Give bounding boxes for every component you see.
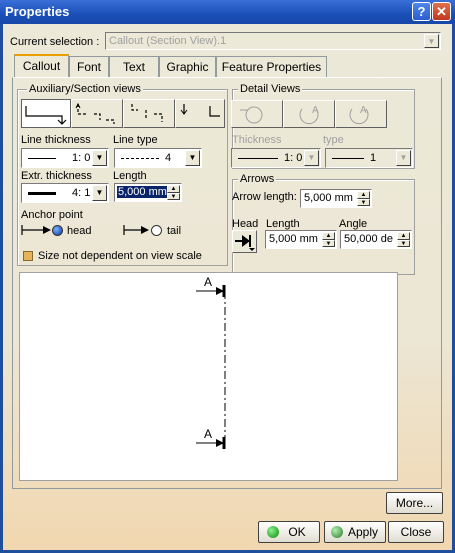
line-type-label: Line type [113, 134, 158, 146]
arrow-angle-label: Angle [339, 218, 368, 230]
detail-thickness-value: 1: 0 [284, 152, 303, 164]
close-button[interactable]: Close [388, 521, 444, 543]
arrow-head-button[interactable] [232, 230, 257, 253]
thick-line-swatch [28, 192, 56, 195]
head-length-value: 5,000 mm [269, 233, 318, 245]
dash-line-swatch [121, 158, 159, 159]
callout-style-3-icon [131, 104, 163, 122]
solid-line-swatch [332, 158, 364, 159]
tail-radio[interactable] [151, 225, 162, 236]
preview-top-letter: A [204, 275, 212, 289]
detail-letter: A [360, 105, 367, 116]
current-selection-combo[interactable]: Callout (Section View).1 ▼ [105, 32, 441, 50]
extr-thickness-label: Extr. thickness [21, 170, 92, 182]
spin-arrows-icon: ▲ ▼ [322, 232, 335, 247]
detail-views-legend: Detail Views [238, 83, 303, 95]
tab-feature-properties[interactable]: Feature Properties [216, 56, 327, 77]
line-thickness-label: Line thickness [21, 134, 91, 146]
extr-thickness-combo[interactable]: 4: 1 ▼ [21, 183, 109, 203]
arrows-legend: Arrows [238, 173, 277, 185]
tab-font[interactable]: Font [69, 56, 109, 77]
spin-arrows-icon: ▲ ▼ [357, 191, 370, 206]
arrow-head-icon [235, 235, 255, 251]
scale-checkbox-label: Size not dependent on view scale [38, 250, 202, 262]
arrow-head-label: Head [232, 218, 259, 230]
arrow-length-label: Arrow length: [232, 191, 297, 203]
head-radio[interactable] [52, 225, 63, 236]
arrow-length-spinbox[interactable]: 5,000 mm ▲ ▼ [300, 189, 372, 208]
line-type-combo[interactable]: 4 ▼ [114, 148, 202, 168]
chevron-down-icon: ▼ [92, 185, 107, 201]
callout-style-2-icon [75, 102, 115, 124]
preview-bottom-letter: A [204, 427, 212, 441]
aux-length-spinbox[interactable]: 5,000 mm ▲ ▼ [114, 183, 182, 202]
spin-arrows-icon: ▲ ▼ [397, 232, 410, 247]
detail-type-label: type [323, 134, 344, 146]
chevron-down-icon: ▼ [185, 150, 200, 166]
aux-length-value: 5,000 mm [117, 186, 168, 198]
tab-callout[interactable]: Callout [14, 54, 69, 78]
detail-thickness-combo[interactable]: 1: 0 ▼ [231, 148, 321, 168]
ok-icon [267, 526, 279, 538]
chevron-down-icon: ▼ [396, 150, 411, 166]
line-thickness-value: 1: 0 [72, 152, 91, 164]
title-bar: Properties ? ✕ [0, 0, 455, 24]
close-window-button[interactable]: ✕ [432, 2, 451, 21]
thin-line-swatch [238, 158, 278, 159]
callout-style-3-button[interactable] [123, 99, 175, 128]
window-title: Properties [5, 4, 70, 19]
callout-preview: A A [19, 272, 398, 481]
detail-thickness-label: Thickness [232, 134, 282, 146]
apply-icon [331, 526, 343, 538]
head-angle-spinbox[interactable]: 50,000 de ▲ ▼ [340, 230, 412, 249]
arrow-length-2-label: Length [266, 218, 300, 230]
apply-label: Apply [347, 525, 379, 539]
dialog-body: Current selection : Callout (Section Vie… [3, 24, 452, 550]
callout-preview-drawing: A A [196, 275, 226, 449]
detail-style-2-button[interactable]: A [283, 100, 335, 128]
detail-style-1-button[interactable] [231, 100, 283, 128]
aux-section-legend: Auxiliary/Section views [27, 83, 143, 95]
aux-length-label: Length [113, 170, 147, 182]
detail-style-1-icon [240, 106, 263, 124]
spin-arrows-icon: ▲ ▼ [167, 185, 180, 200]
callout-style-2-button[interactable] [71, 99, 123, 128]
head-anchor-icon [21, 225, 51, 235]
ok-label: OK [288, 525, 306, 539]
chevron-down-icon: ▼ [304, 150, 319, 166]
current-selection-value: Callout (Section View).1 [109, 35, 227, 47]
tab-text[interactable]: Text [109, 56, 159, 77]
more-button[interactable]: More... [386, 492, 443, 514]
detail-style-3-button[interactable]: A [335, 100, 387, 128]
callout-style-1-icon [25, 106, 67, 125]
callout-style-1-button[interactable] [21, 99, 71, 128]
apply-button[interactable]: Apply [324, 521, 386, 543]
head-length-spinbox[interactable]: 5,000 mm ▲ ▼ [265, 230, 337, 249]
extr-thickness-value: 4: 1 [72, 187, 91, 199]
tab-graphic[interactable]: Graphic [159, 56, 216, 77]
callout-style-4-button[interactable] [175, 99, 225, 128]
tail-anchor-icon [123, 225, 149, 235]
current-selection-label: Current selection : [10, 36, 100, 48]
detail-type-value: 1 [370, 152, 377, 164]
callout-style-4-icon [180, 104, 220, 117]
detail-style-2-icon: A [299, 105, 319, 125]
line-thickness-combo[interactable]: 1: 0 ▼ [21, 148, 109, 168]
arrow-length-value: 5,000 mm [304, 192, 353, 204]
anchor-point-label: Anchor point [21, 209, 83, 221]
scale-checkbox[interactable] [23, 251, 33, 261]
chevron-down-icon: ▼ [92, 150, 107, 166]
head-angle-value: 50,000 de [344, 233, 393, 245]
tail-radio-label: tail [167, 225, 182, 237]
chevron-down-icon: ▼ [424, 34, 439, 48]
line-type-value: 4 [165, 152, 172, 164]
head-radio-label: head [67, 225, 92, 237]
detail-letter: A [312, 105, 319, 116]
ok-button[interactable]: OK [258, 521, 320, 543]
thin-line-swatch [28, 158, 56, 159]
help-button[interactable]: ? [412, 2, 431, 21]
detail-style-3-icon: A [349, 105, 369, 125]
detail-type-combo[interactable]: 1 ▼ [325, 148, 413, 168]
